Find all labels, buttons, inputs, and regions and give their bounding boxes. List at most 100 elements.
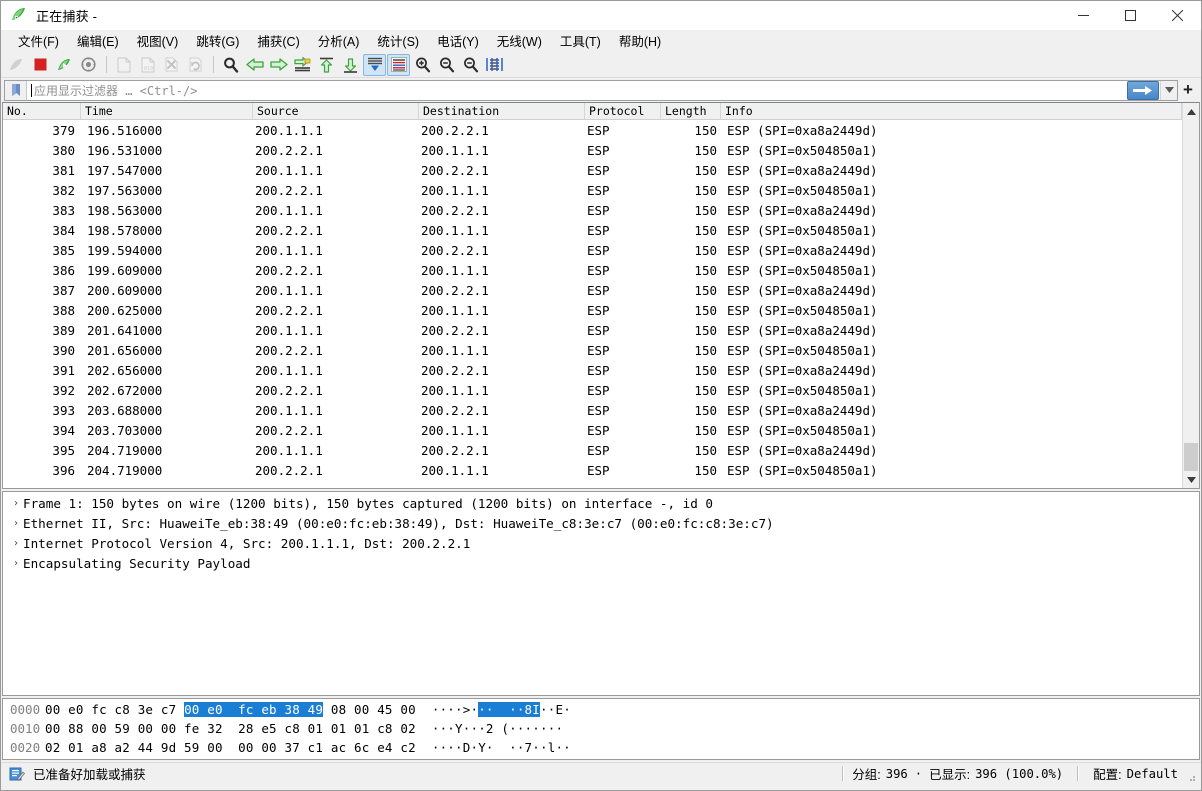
- column-header-proto[interactable]: Protocol: [585, 103, 661, 120]
- menu-capture[interactable]: 捕获(C): [248, 29, 308, 52]
- go-last-packet-icon[interactable]: [339, 54, 362, 76]
- packet-bytes-pane[interactable]: 0000 00 e0 fc c8 3e c7 00 e0 fc eb 38 49 …: [2, 698, 1200, 760]
- packet-row[interactable]: 381 197.547000 200.1.1.1 200.2.2.1 ESP 150 ESP…: [3, 161, 1182, 181]
- zoom-in-icon[interactable]: [411, 54, 434, 76]
- packet-list-scroll-thumb[interactable]: [1184, 443, 1198, 471]
- packet-cell-no: 386: [52, 263, 75, 278]
- packet-details-pane[interactable]: › Frame 1: 150 bytes on wire (1200 bits),…: [2, 491, 1200, 696]
- menu-tools[interactable]: 工具(T): [551, 29, 610, 52]
- hex-bytes-plain-tail: 08 00 45 00: [323, 702, 416, 717]
- packet-cell-info: ESP (SPI=0xa8a2449d): [727, 443, 878, 458]
- resize-columns-icon[interactable]: [483, 54, 506, 76]
- hex-bytes[interactable]: 00 e0 fc c8 3e c7 00 e0 fc eb 38 49 08 0…: [45, 700, 416, 719]
- add-filter-button[interactable]: +: [1178, 79, 1198, 101]
- hex-row[interactable]: 0010 00 88 00 59 00 00 fe 32 28 e5 c8 01 …: [3, 719, 1199, 738]
- scroll-up-arrow-icon[interactable]: [1183, 103, 1199, 120]
- chevron-down-icon[interactable]: [1160, 80, 1177, 100]
- packet-cell-no: 385: [52, 243, 75, 258]
- column-header-no[interactable]: No.: [3, 103, 81, 120]
- filter-placeholder-text: 应用显示过滤器 … <Ctrl-/>: [34, 83, 198, 98]
- packet-row[interactable]: 396 204.719000 200.2.2.1 200.1.1.1 ESP 150 ESP…: [3, 461, 1182, 481]
- menu-view[interactable]: 视图(V): [128, 29, 188, 52]
- minimize-button[interactable]: [1060, 1, 1107, 30]
- stop-capture-icon[interactable]: [29, 54, 52, 76]
- hex-bytes-plain: 02 01 a8 a2 44 9d 59 00 00 00 37 c1 ac 6…: [45, 740, 416, 755]
- detail-row[interactable]: › Ethernet II, Src: HuaweiTe_eb:38:49 (00…: [3, 514, 1199, 534]
- open-file-icon: [112, 54, 135, 76]
- filter-input-container[interactable]: 应用显示过滤器 … <Ctrl-/>: [4, 79, 1178, 101]
- svg-text:010: 010: [144, 66, 153, 72]
- packet-row[interactable]: 379 196.516000 200.1.1.1 200.2.2.1 ESP 150 ESP…: [3, 121, 1182, 141]
- zoom-reset-icon[interactable]: [459, 54, 482, 76]
- column-header-info[interactable]: Info: [721, 103, 1182, 120]
- maximize-button[interactable]: [1107, 1, 1154, 30]
- auto-scroll-icon[interactable]: [363, 53, 386, 76]
- menu-analyze[interactable]: 分析(A): [309, 29, 369, 52]
- menu-statistics[interactable]: 统计(S): [368, 29, 428, 52]
- column-header-time[interactable]: Time: [81, 103, 253, 120]
- menu-help[interactable]: 帮助(H): [610, 29, 670, 52]
- zoom-out-icon[interactable]: [435, 54, 458, 76]
- packet-list-rows: 379 196.516000 200.1.1.1 200.2.2.1 ESP 150 ESP…: [3, 120, 1182, 488]
- go-to-packet-icon[interactable]: [291, 54, 314, 76]
- hex-ascii[interactable]: ····>··· ··8I··E·: [432, 700, 571, 719]
- profile-value[interactable]: Default: [1127, 767, 1178, 781]
- packet-row[interactable]: 390 201.656000 200.2.2.1 200.1.1.1 ESP 150 ESP…: [3, 341, 1182, 361]
- capture-options-icon[interactable]: [77, 54, 100, 76]
- packet-row[interactable]: 383 198.563000 200.1.1.1 200.2.2.1 ESP 150 ESP…: [3, 201, 1182, 221]
- hex-row[interactable]: 0020 02 01 a8 a2 44 9d 59 00 00 00 37 c1 …: [3, 738, 1199, 757]
- packet-row[interactable]: 380 196.531000 200.2.2.1 200.1.1.1 ESP 150 ESP…: [3, 141, 1182, 161]
- column-header-dst[interactable]: Destination: [419, 103, 585, 120]
- close-button[interactable]: [1154, 1, 1201, 30]
- column-header-src[interactable]: Source: [253, 103, 419, 120]
- packet-row[interactable]: 393 203.688000 200.1.1.1 200.2.2.1 ESP 150 ESP…: [3, 401, 1182, 421]
- detail-row[interactable]: › Frame 1: 150 bytes on wire (1200 bits),…: [3, 494, 1199, 514]
- packet-row[interactable]: 395 204.719000 200.1.1.1 200.2.2.1 ESP 150 ESP…: [3, 441, 1182, 461]
- expand-chevron-icon[interactable]: ›: [9, 514, 23, 534]
- go-forward-icon[interactable]: [267, 54, 290, 76]
- packet-list-scrollbar[interactable]: [1182, 103, 1199, 488]
- restart-capture-icon[interactable]: [53, 54, 76, 76]
- packet-list-scroll-track[interactable]: [1183, 120, 1199, 471]
- detail-row[interactable]: › Internet Protocol Version 4, Src: 200.1…: [3, 534, 1199, 554]
- packet-row[interactable]: 389 201.641000 200.1.1.1 200.2.2.1 ESP 150 ESP…: [3, 321, 1182, 341]
- packet-row[interactable]: 384 198.578000 200.2.2.1 200.1.1.1 ESP 150 ESP…: [3, 221, 1182, 241]
- packet-row[interactable]: 386 199.609000 200.2.2.1 200.1.1.1 ESP 150 ESP…: [3, 261, 1182, 281]
- packet-cell-dst: 200.2.2.1: [421, 323, 489, 338]
- resize-grip[interactable]: [1184, 767, 1198, 781]
- menu-wireless[interactable]: 无线(W): [488, 29, 551, 52]
- packet-row[interactable]: 388 200.625000 200.2.2.1 200.1.1.1 ESP 150 ESP…: [3, 301, 1182, 321]
- packet-row[interactable]: 382 197.563000 200.2.2.1 200.1.1.1 ESP 150 ESP…: [3, 181, 1182, 201]
- expand-chevron-icon[interactable]: ›: [9, 494, 23, 514]
- find-packet-icon[interactable]: [219, 54, 242, 76]
- detail-row-label: Frame 1: 150 bytes on wire (1200 bits), …: [23, 496, 713, 511]
- packet-row[interactable]: 391 202.656000 200.1.1.1 200.2.2.1 ESP 150 ESP…: [3, 361, 1182, 381]
- hex-bytes[interactable]: 02 01 a8 a2 44 9d 59 00 00 00 37 c1 ac 6…: [45, 738, 416, 757]
- detail-row[interactable]: › Encapsulating Security Payload: [3, 554, 1199, 574]
- capture-ready-icon[interactable]: [9, 766, 25, 782]
- hex-ascii[interactable]: ····D·Y· ··7··l··: [432, 738, 571, 757]
- hex-bytes[interactable]: 00 88 00 59 00 00 fe 32 28 e5 c8 01 01 0…: [45, 719, 416, 738]
- expand-chevron-icon[interactable]: ›: [9, 534, 23, 554]
- bookmark-icon[interactable]: [5, 80, 27, 100]
- hex-row[interactable]: 0000 00 e0 fc c8 3e c7 00 e0 fc eb 38 49 …: [3, 700, 1199, 719]
- menu-edit[interactable]: 编辑(E): [68, 29, 128, 52]
- hex-ascii[interactable]: ···Y···2 (·······: [432, 719, 563, 738]
- scroll-down-arrow-icon[interactable]: [1183, 471, 1199, 488]
- expand-chevron-icon[interactable]: ›: [9, 554, 23, 574]
- menu-go[interactable]: 跳转(G): [187, 29, 248, 52]
- profile-label[interactable]: 配置:: [1093, 764, 1121, 783]
- packet-row[interactable]: 387 200.609000 200.1.1.1 200.2.2.1 ESP 150 ESP…: [3, 281, 1182, 301]
- column-header-len[interactable]: Length: [661, 103, 721, 120]
- packet-row[interactable]: 394 203.703000 200.2.2.1 200.1.1.1 ESP 150 ESP…: [3, 421, 1182, 441]
- packet-row[interactable]: 392 202.672000 200.2.2.1 200.1.1.1 ESP 150 ESP…: [3, 381, 1182, 401]
- apply-filter-arrow-icon[interactable]: [1127, 80, 1159, 100]
- packet-cell-dst: 200.2.2.1: [421, 163, 489, 178]
- menu-telephony[interactable]: 电话(Y): [428, 29, 488, 52]
- packet-row[interactable]: 385 199.594000 200.1.1.1 200.2.2.1 ESP 150 ESP…: [3, 241, 1182, 261]
- colorize-icon[interactable]: [387, 53, 410, 76]
- go-first-packet-icon[interactable]: [315, 54, 338, 76]
- menu-file[interactable]: 文件(F): [9, 29, 68, 52]
- packet-cell-len: 150: [694, 183, 717, 198]
- go-back-icon[interactable]: [243, 54, 266, 76]
